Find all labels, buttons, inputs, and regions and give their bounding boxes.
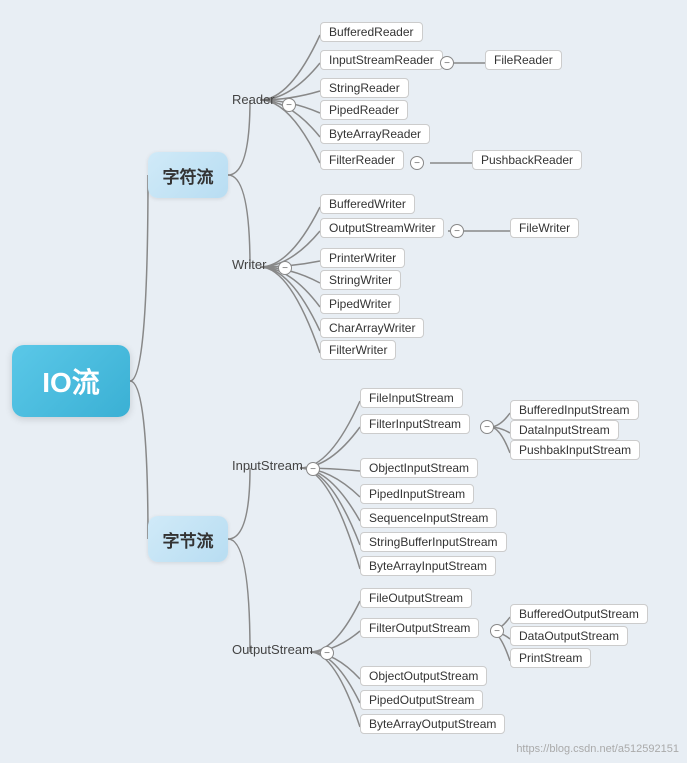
- outputstreamwriter-collapse-icon[interactable]: −: [450, 224, 464, 238]
- leaf-filterreader: FilterReader: [320, 150, 404, 170]
- root-node: IO流: [12, 345, 130, 417]
- leaf-stringbufferinputstream: StringBufferInputStream: [360, 532, 507, 552]
- filteroutputstream-collapse-icon[interactable]: −: [490, 624, 504, 638]
- leaf-outputstreamwriter: OutputStreamWriter: [320, 218, 444, 238]
- leaf-filteroutputstream: FilterOutputStream: [360, 618, 479, 638]
- leaf-bufferedreader: BufferedReader: [320, 22, 423, 42]
- l2-inputstream: InputStream: [232, 458, 303, 473]
- root-label: IO流: [42, 361, 100, 401]
- leaf-bufferedoutputstream: BufferedOutputStream: [510, 604, 648, 624]
- leaf-objectinputstream: ObjectInputStream: [360, 458, 478, 478]
- leaf-pipedoutputstream: PipedOutputStream: [360, 690, 483, 710]
- reader-collapse-icon[interactable]: −: [282, 98, 296, 112]
- leaf-fileinputstream: FileInputStream: [360, 388, 463, 408]
- leaf-dataoutputstream: DataOutputStream: [510, 626, 628, 646]
- leaf-chararraywriter: CharArrayWriter: [320, 318, 424, 338]
- filterinputstream-collapse-icon[interactable]: −: [480, 420, 494, 434]
- leaf-bytearrayinputstream: ByteArrayInputStream: [360, 556, 496, 576]
- leaf-filereader: FileReader: [485, 50, 562, 70]
- l1-zifu: 字符流: [148, 152, 228, 198]
- l2-writer: Writer: [232, 257, 266, 272]
- leaf-pipedinputstream: PipedInputStream: [360, 484, 474, 504]
- l2-reader: Reader: [232, 92, 275, 107]
- inputstream-collapse-icon[interactable]: −: [306, 462, 320, 476]
- leaf-pushbakinputstream: PushbakInputStream: [510, 440, 640, 460]
- leaf-bytearrayoutputstream: ByteArrayOutputStream: [360, 714, 505, 734]
- outputstream-collapse-icon[interactable]: −: [320, 646, 334, 660]
- inputstreamreader-collapse-icon[interactable]: −: [440, 56, 454, 70]
- leaf-stringwriter: StringWriter: [320, 270, 401, 290]
- l2-outputstream: OutputStream: [232, 642, 313, 657]
- leaf-pipedwriter: PipedWriter: [320, 294, 400, 314]
- leaf-bufferedinputstream: BufferedInputStream: [510, 400, 639, 420]
- leaf-datainputstream: DataInputStream: [510, 420, 619, 440]
- leaf-stringreader: StringReader: [320, 78, 409, 98]
- leaf-objectoutputstream: ObjectOutputStream: [360, 666, 487, 686]
- leaf-printstream: PrintStream: [510, 648, 591, 668]
- l1-zijie-label: 字节流: [163, 527, 214, 552]
- leaf-pushbackreader: PushbackReader: [472, 150, 582, 170]
- leaf-sequenceinputstream: SequenceInputStream: [360, 508, 497, 528]
- leaf-printerwriter: PrinterWriter: [320, 248, 405, 268]
- leaf-filewriter: FileWriter: [510, 218, 579, 238]
- leaf-filterwriter: FilterWriter: [320, 340, 396, 360]
- leaf-inputstreamreader: InputStreamReader: [320, 50, 443, 70]
- watermark: https://blog.csdn.net/a512592151: [516, 743, 679, 755]
- leaf-bytearrayreader: ByteArrayReader: [320, 124, 430, 144]
- leaf-filterinputstream: FilterInputStream: [360, 414, 470, 434]
- writer-collapse-icon[interactable]: −: [278, 261, 292, 275]
- leaf-pipedreader: PipedReader: [320, 100, 408, 120]
- mind-map: IO流 字符流 字节流 Reader − Writer − InputStrea…: [0, 0, 687, 763]
- leaf-fileoutputstream: FileOutputStream: [360, 588, 472, 608]
- leaf-bufferedwriter: BufferedWriter: [320, 194, 415, 214]
- l1-zijie: 字节流: [148, 516, 228, 562]
- l1-zifu-label: 字符流: [163, 163, 214, 188]
- filterreader-collapse-icon[interactable]: −: [410, 156, 424, 170]
